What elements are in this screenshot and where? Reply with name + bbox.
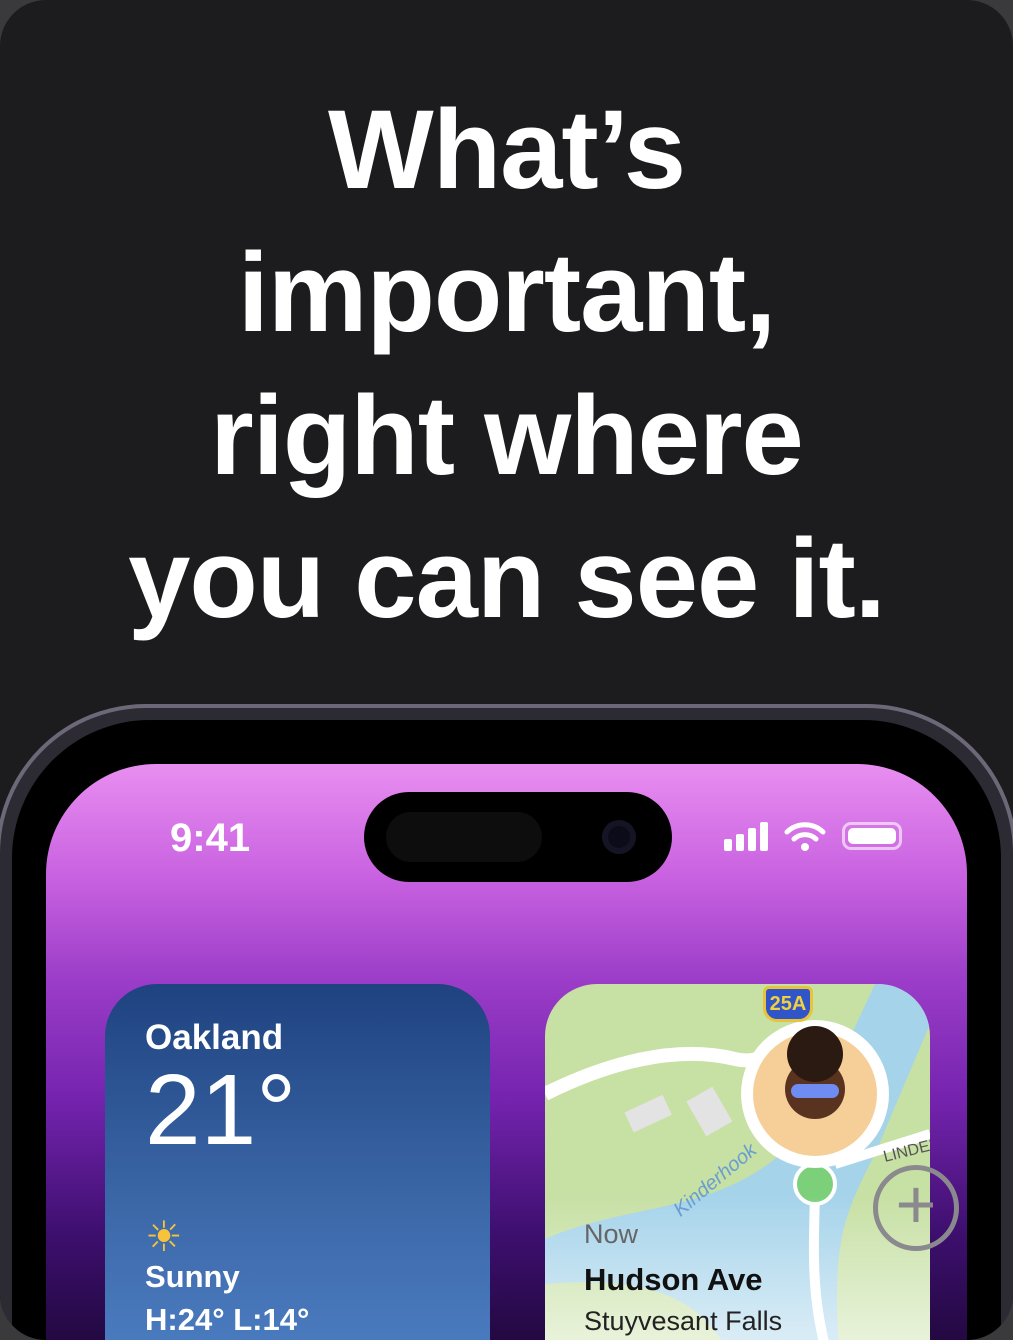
lock-screen: 9:41 Oakland 21° ☀ Sunny H:24° L:14° 25A… <box>46 764 967 1340</box>
status-time: 9:41 <box>170 816 251 860</box>
headline-line: you can see it. <box>128 516 886 641</box>
route-shield: 25A <box>763 986 813 1022</box>
weather-city: Oakland <box>145 1018 284 1057</box>
headline-line: What’s <box>328 87 686 212</box>
battery-icon <box>842 822 902 850</box>
phone-frame: 9:41 Oakland 21° ☀ Sunny H:24° L:14° 25A… <box>0 704 1013 1340</box>
plus-circle-icon[interactable]: + <box>873 1165 959 1251</box>
cellular-signal-icon <box>724 821 768 851</box>
location-place: Stuyvesant Falls <box>584 1306 783 1336</box>
weather-widget[interactable]: Oakland 21° ☀ Sunny H:24° L:14° <box>105 984 490 1340</box>
status-icons <box>724 820 902 852</box>
sun-icon: ☀ <box>145 1213 183 1260</box>
weather-high-low: H:24° L:14° <box>145 1302 310 1337</box>
location-street: Hudson Ave <box>584 1262 763 1297</box>
find-my-widget[interactable]: 25A LINDEN Kinderhook Now Hudson Ave Stu… <box>545 984 930 1340</box>
wifi-icon <box>784 822 826 851</box>
weather-temperature: 21° <box>145 1054 297 1166</box>
headline: What’s important, right where you can se… <box>0 78 1013 650</box>
weather-condition: Sunny <box>145 1259 240 1294</box>
camera-icon <box>602 820 636 854</box>
location-time: Now <box>584 1219 639 1249</box>
promo-card: What’s important, right where you can se… <box>0 0 1013 1340</box>
headline-line: right where <box>210 373 804 498</box>
dynamic-island <box>364 792 672 882</box>
headline-line: important, <box>237 230 777 355</box>
